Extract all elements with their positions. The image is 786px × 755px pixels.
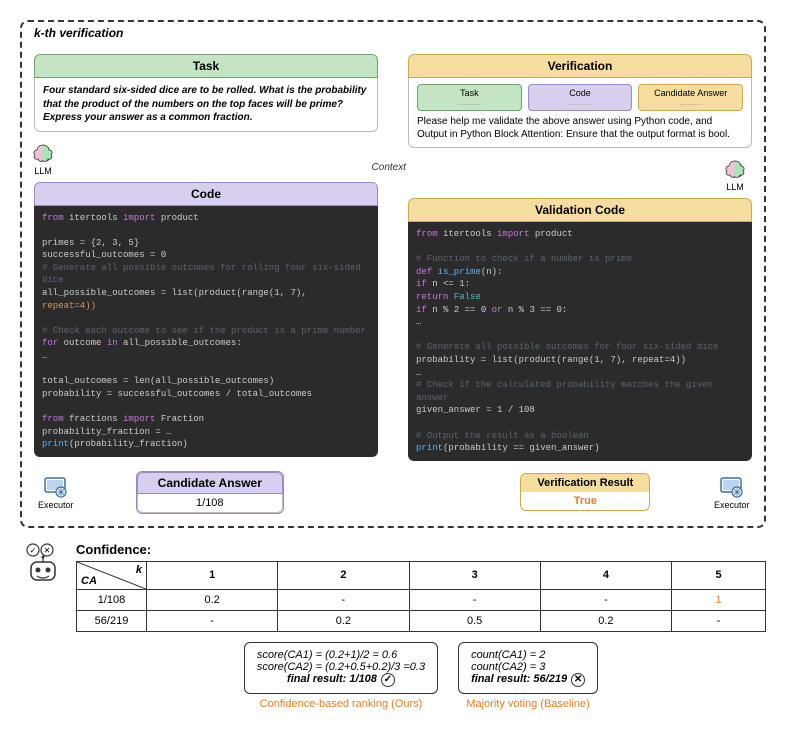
llm-icon-left: LLM [26, 142, 60, 176]
col-5: 5 [672, 561, 766, 589]
executor-icon-left: Executor [38, 474, 72, 510]
candidate-answer-title: Candidate Answer [137, 472, 283, 494]
col-3: 3 [409, 561, 540, 589]
confidence-table: k CA 1 2 3 4 5 1/108 0.2 - - - 1 56/219 … [76, 561, 766, 632]
task-text: Four standard six-sided dice are to be r… [34, 78, 378, 132]
code-content: from itertools import product primes = {… [34, 206, 378, 457]
baseline-method-label: Majority voting (Baseline) [458, 698, 598, 710]
verification-body: Task ……… Code ……… Candidate Answer ……… P… [408, 78, 752, 148]
table-row: 1/108 0.2 - - - 1 [77, 589, 766, 610]
kth-verification-label: k-th verification [34, 26, 123, 40]
cross-icon: ✕ [571, 673, 585, 687]
col-2: 2 [278, 561, 409, 589]
verification-result-title: Verification Result [521, 474, 649, 492]
mini-task: Task ……… [417, 84, 522, 111]
confidence-title: Confidence: [76, 542, 766, 557]
mini-code: Code ……… [528, 84, 633, 111]
verification-box: Verification Task ……… Code ……… Candidate… [408, 54, 752, 148]
svg-text:✓: ✓ [30, 546, 37, 555]
baseline-score-box: count(CA1) = 2 count(CA2) = 3 final resu… [458, 642, 598, 694]
context-label: Context [372, 162, 406, 173]
svg-text:✕: ✕ [44, 546, 51, 555]
validation-code-box: Validation Code from itertools import pr… [408, 198, 752, 461]
validation-code-content: from itertools import product # Function… [408, 222, 752, 461]
verification-prompt: Please help me validate the above answer… [417, 115, 743, 141]
table-row: 56/219 - 0.2 0.5 0.2 - [77, 610, 766, 631]
task-title: Task [34, 54, 378, 78]
verification-result-box: Verification Result True [520, 473, 650, 511]
col-4: 4 [540, 561, 671, 589]
executor-icon-right: Executor [714, 474, 748, 510]
code-title: Code [34, 182, 378, 206]
candidate-answer-value: 1/108 [137, 494, 283, 513]
robot-icon: ✓ ✕ [20, 542, 66, 588]
task-box: Task Four standard six-sided dice are to… [34, 54, 378, 132]
check-icon: ✓ [381, 673, 395, 687]
code-box: Code from itertools import product prime… [34, 182, 378, 457]
col-1: 1 [147, 561, 278, 589]
candidate-answer-box: Candidate Answer 1/108 [136, 471, 284, 514]
mini-candidate: Candidate Answer ……… [638, 84, 743, 111]
llm-icon-right: LLM [718, 158, 752, 192]
verification-title: Verification [408, 54, 752, 78]
ours-score-box: score(CA1) = (0.2+1)/2 = 0.6 score(CA2) … [244, 642, 438, 694]
validation-code-title: Validation Code [408, 198, 752, 222]
ours-method-label: Confidence-based ranking (Ours) [244, 698, 438, 710]
verification-result-value: True [521, 492, 649, 510]
